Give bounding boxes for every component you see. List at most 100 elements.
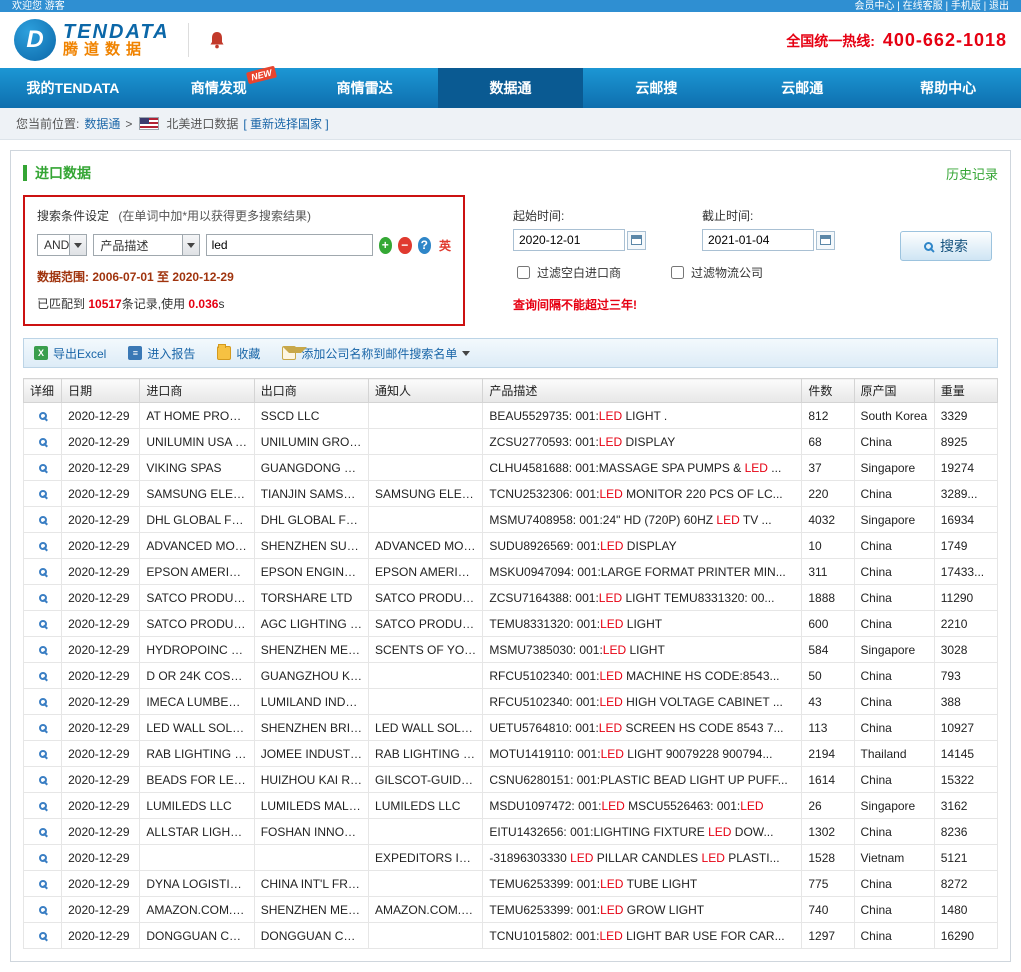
end-date-input[interactable] [702,229,814,251]
cell-weight: 1749 [934,533,997,559]
detail-magnifier-icon[interactable] [39,464,47,472]
start-date-group: 起始时间: [513,207,646,251]
filter-blank-importer-input[interactable] [517,266,530,279]
nav-tab-cloud-mail[interactable]: 云邮通 [729,68,875,108]
hotline-label: 全国统一热线: [786,31,875,51]
nav-tab-help-center[interactable]: 帮助中心 [875,68,1021,108]
detail-magnifier-icon[interactable] [39,932,47,940]
nav-tab-biz-radar[interactable]: 商情雷达 [292,68,438,108]
matched-mid: 条记录,使用 [122,297,185,311]
cell-exporter: UNILUMIN GROU... [254,429,368,455]
nav-tab-biz-discovery[interactable]: 商情发现NEW [146,68,292,108]
highlight-keyword: LED [601,747,624,761]
detail-magnifier-icon[interactable] [39,828,47,836]
cell-notify-party [369,819,483,845]
detail-magnifier-icon[interactable] [39,724,47,732]
cell-product-description: TEMU6253399: 001:LED GROW LIGHT [483,897,802,923]
nav-tab-label: 云邮搜 [635,78,677,98]
detail-magnifier-icon[interactable] [39,568,47,576]
table-row: 2020-12-29LED WALL SOLUT...SHENZHEN BRIG… [24,715,998,741]
desc-text: RFCU5102340: 001: [489,669,599,683]
add-condition-icon[interactable]: + [379,237,392,254]
detail-magnifier-icon[interactable] [39,802,47,810]
tendata-logo[interactable]: D TENDATA 腾道数据 [14,19,170,61]
desc-text: MSKU0947094: 001:LARGE FORMAT PRINTER MI… [489,565,785,579]
cell-importer: HYDROPOINC W... [140,637,254,663]
detail-magnifier-icon[interactable] [39,672,47,680]
help-icon[interactable]: ? [418,237,431,254]
cell-detail [24,897,62,923]
enter-report-button[interactable]: ≡ 进入报告 [128,345,195,362]
filter-blank-importer-checkbox[interactable]: 过滤空白进口商 [513,263,621,282]
cell-importer: BEADS FOR LESS,... [140,767,254,793]
highlight-keyword: LED [599,929,622,943]
search-button[interactable]: 搜索 [900,231,992,261]
column-header-进口商: 进口商 [140,379,254,403]
search-field-select[interactable]: 产品描述 [93,234,199,256]
cell-date: 2020-12-29 [62,741,140,767]
export-excel-button[interactable]: X 导出Excel [34,345,106,362]
cell-date: 2020-12-29 [62,533,140,559]
nav-tab-label: 数据通 [490,78,532,98]
cell-product-description: MSMU7408958: 001:24" HD (720P) 60HZ LED … [483,507,802,533]
cell-date: 2020-12-29 [62,819,140,845]
cell-origin-country: China [854,663,934,689]
filter-logistics-checkbox[interactable]: 过滤物流公司 [667,263,763,282]
cell-origin-country: China [854,819,934,845]
detail-magnifier-icon[interactable] [39,438,47,446]
cell-quantity: 50 [802,663,854,689]
detail-magnifier-icon[interactable] [39,646,47,654]
cell-product-description: RFCU5102340: 001:LED MACHINE HS CODE:854… [483,663,802,689]
keyword-input[interactable] [206,234,373,256]
search-button-label: 搜索 [940,236,968,256]
cell-exporter: SSCD LLC [254,403,368,429]
nav-tab-data-pass[interactable]: 数据通 [438,68,584,108]
highlight-keyword: LED [600,539,623,553]
calendar-icon[interactable] [627,231,646,250]
us-flag-icon [139,117,159,130]
cell-quantity: 600 [802,611,854,637]
favorite-button[interactable]: 收藏 [217,345,260,362]
cell-origin-country: Singapore [854,637,934,663]
detail-magnifier-icon[interactable] [39,542,47,550]
reselect-country-link[interactable]: [ 重新选择国家 ] [243,115,328,132]
import-data-panel: 进口数据 历史记录 搜索条件设定 (在单词中加*用以获得更多搜索结果) AND … [10,150,1011,962]
elapsed-suffix: s [218,297,224,311]
cell-notify-party: LUMILEDS LLC [369,793,483,819]
topbar-right-links[interactable]: 会员中心 | 在线客服 | 手机版 | 退出 [855,0,1009,12]
cell-exporter: GUANGDONG LIN... [254,455,368,481]
detail-magnifier-icon[interactable] [39,412,47,420]
cell-weight: 388 [934,689,997,715]
detail-magnifier-icon[interactable] [39,854,47,862]
detail-magnifier-icon[interactable] [39,698,47,706]
bell-icon[interactable] [207,30,227,50]
boolean-operator-select[interactable]: AND [37,234,87,256]
highlight-keyword: LED [570,851,593,865]
nav-tab-my-tendata[interactable]: 我的TENDATA [0,68,146,108]
detail-magnifier-icon[interactable] [39,620,47,628]
cell-importer: AMAZON.COM.KY... [140,897,254,923]
add-company-to-mail-list-button[interactable]: 添加公司名称到邮件搜索名单 [282,345,470,362]
detail-magnifier-icon[interactable] [39,594,47,602]
remove-condition-icon[interactable]: − [398,237,411,254]
cell-notify-party: GILSCOT-GUIDR... [369,767,483,793]
cell-date: 2020-12-29 [62,403,140,429]
filter-logistics-input[interactable] [671,266,684,279]
cell-quantity: 740 [802,897,854,923]
detail-magnifier-icon[interactable] [39,516,47,524]
detail-magnifier-icon[interactable] [39,906,47,914]
history-link[interactable]: 历史记录 [946,164,998,183]
breadcrumb-link-datapass[interactable]: 数据通 [84,115,120,132]
end-date-label: 截止时间: [702,207,835,224]
cell-origin-country: China [854,897,934,923]
detail-magnifier-icon[interactable] [39,880,47,888]
calendar-icon[interactable] [816,231,835,250]
start-date-input[interactable] [513,229,625,251]
cell-quantity: 2194 [802,741,854,767]
nav-tab-cloud-mail-search[interactable]: 云邮搜 [583,68,729,108]
detail-magnifier-icon[interactable] [39,776,47,784]
detail-magnifier-icon[interactable] [39,490,47,498]
topbar-left-text: 欢迎您 游客 [12,0,65,12]
detail-magnifier-icon[interactable] [39,750,47,758]
language-toggle-link[interactable]: 英 [439,237,451,254]
